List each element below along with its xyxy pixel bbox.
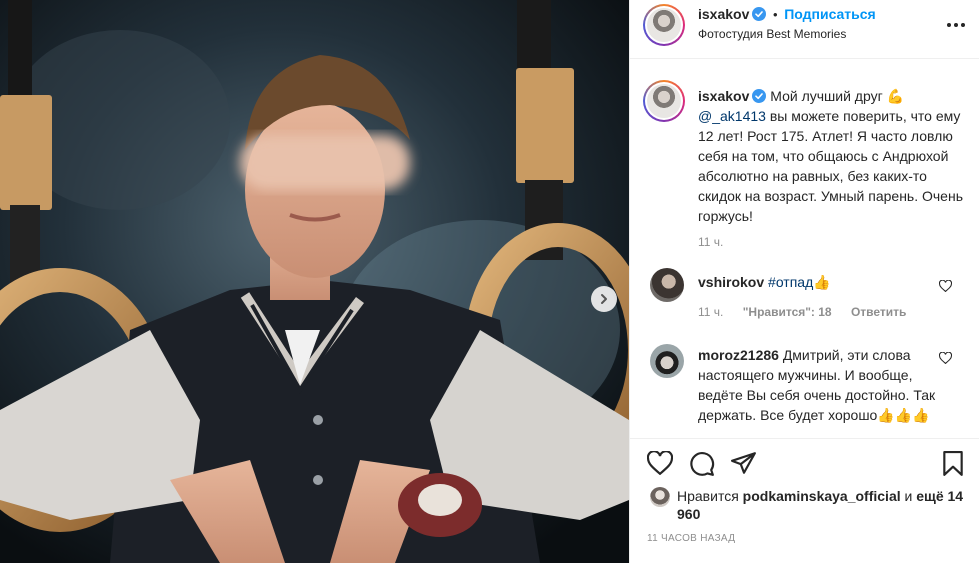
comment-meta: 11 ч. "Нравится": 18 Ответить bbox=[698, 305, 922, 319]
post-sidebar: isxakov • Подписаться Фотостудия Best Me… bbox=[629, 0, 979, 563]
header-line: isxakov • Подписаться bbox=[698, 6, 876, 22]
post-media[interactable] bbox=[0, 0, 629, 563]
reply-button[interactable]: Ответить bbox=[851, 305, 906, 319]
flexed-biceps-emoji: 💪 bbox=[886, 88, 905, 104]
comment-item: moroz21286 Дмитрий, эти слова настоящего… bbox=[698, 345, 938, 425]
post-photo bbox=[0, 0, 629, 563]
comment-username[interactable]: vshirokov bbox=[698, 274, 764, 290]
thumbs-up-emoji: 👍 bbox=[813, 274, 831, 290]
next-photo-button[interactable] bbox=[591, 286, 617, 312]
post-header: isxakov • Подписаться Фотостудия Best Me… bbox=[630, 0, 979, 59]
commenter-avatar[interactable] bbox=[650, 344, 684, 378]
like-heart-icon[interactable] bbox=[647, 451, 673, 475]
follow-button[interactable]: Подписаться bbox=[784, 6, 876, 22]
more-icon bbox=[947, 23, 965, 27]
caption-avatar[interactable] bbox=[643, 80, 685, 122]
separator-dot: • bbox=[773, 7, 778, 22]
comment-like-heart-icon[interactable] bbox=[939, 352, 952, 364]
author-username[interactable]: isxakov bbox=[698, 6, 749, 22]
likes-summary: Нравится podkaminskaya_official и ещё 14… bbox=[677, 487, 967, 523]
liker-avatar[interactable] bbox=[650, 487, 670, 507]
chevron-right-icon bbox=[601, 294, 607, 304]
comment-item: vshirokov #отпад👍 bbox=[698, 272, 938, 292]
verified-badge-icon bbox=[752, 89, 767, 103]
action-bar: Нравится podkaminskaya_official и ещё 14… bbox=[630, 438, 979, 563]
liker-username[interactable]: podkaminskaya_official bbox=[743, 488, 901, 504]
likes-prefix: Нравится bbox=[677, 488, 739, 504]
caption-username[interactable]: isxakov bbox=[698, 88, 749, 104]
author-avatar[interactable] bbox=[643, 4, 685, 46]
post-caption: isxakov Мой лучший друг 💪 @_ak1413 вы мо… bbox=[698, 86, 968, 226]
comment-like-heart-icon[interactable] bbox=[939, 280, 952, 292]
comment-username[interactable]: moroz21286 bbox=[698, 347, 779, 363]
comment-bubble-icon[interactable] bbox=[689, 451, 715, 477]
location-link[interactable]: Фотостудия Best Memories bbox=[698, 27, 846, 41]
comment-likes-count[interactable]: "Нравится": 18 bbox=[743, 305, 832, 319]
bookmark-icon[interactable] bbox=[941, 451, 965, 477]
commenter-avatar[interactable] bbox=[650, 268, 684, 302]
comment-timestamp: 11 ч. bbox=[698, 305, 724, 319]
caption-text-start: Мой лучший друг bbox=[770, 88, 883, 104]
caption-mention-link[interactable]: @_ak1413 bbox=[698, 108, 766, 124]
more-options-button[interactable] bbox=[946, 12, 966, 33]
likes-conjunction: и bbox=[904, 488, 913, 504]
comments-area[interactable]: isxakov Мой лучший друг 💪 @_ak1413 вы мо… bbox=[630, 60, 979, 438]
post-timestamp: 11 ЧАСОВ НАЗАД bbox=[647, 533, 736, 544]
share-direct-icon[interactable] bbox=[731, 451, 757, 475]
verified-badge-icon bbox=[752, 7, 767, 21]
caption-text-body: вы можете поверить, что ему 12 лет! Рост… bbox=[698, 108, 963, 224]
comment-hashtag-link[interactable]: #отпад bbox=[768, 274, 813, 290]
caption-timestamp: 11 ч. bbox=[698, 235, 724, 249]
